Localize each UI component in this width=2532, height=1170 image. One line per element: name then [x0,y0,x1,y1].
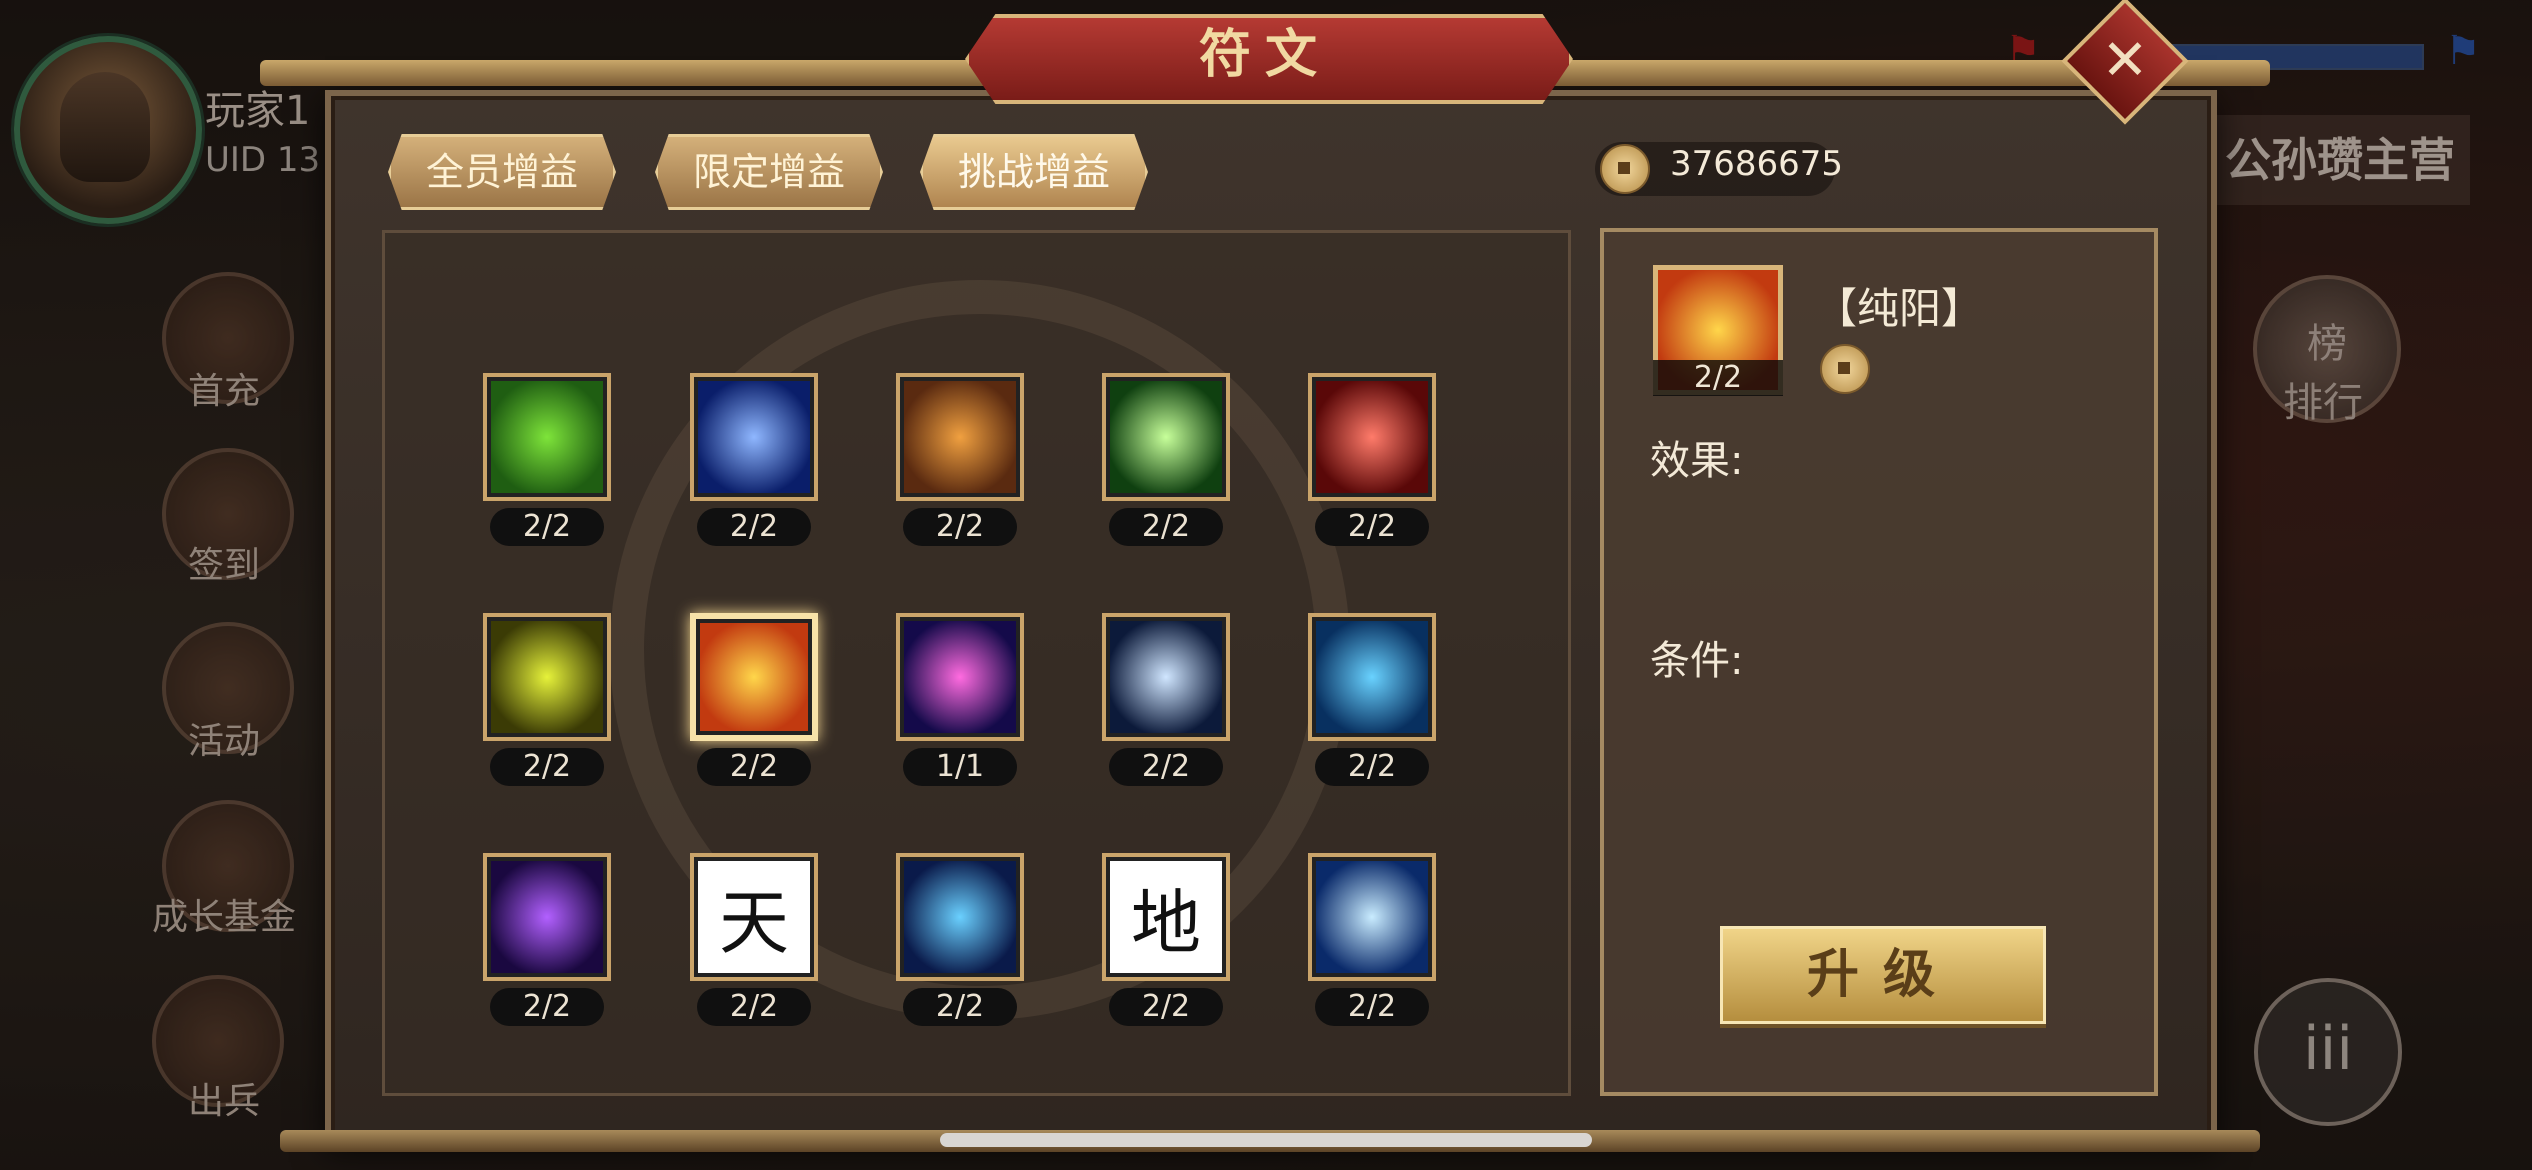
green-dragon-icon [491,381,603,493]
upgrade-cost-coin-icon [1820,344,1870,394]
heaven-glyph-icon: 天 [698,861,810,973]
earth-glyph-icon: 地 [1110,861,1222,973]
rune-count-badge: 1/1 [903,748,1017,786]
rune-tile[interactable]: 地 [1102,853,1230,981]
rune-count-badge: 2/2 [490,508,604,546]
selected-rune-name: 【纯阳】 [1815,284,1984,333]
rune-tile[interactable]: 天 [690,853,818,981]
avatar-face [60,72,150,182]
red-phoenix-icon [1316,381,1428,493]
rune-count-badge: 2/2 [697,748,811,786]
deploy-troops-label: 出兵 [187,1081,260,1122]
player-avatar[interactable] [14,36,202,224]
rune-tile[interactable] [896,613,1024,741]
rune-tile[interactable] [690,373,818,501]
player-name: 玩家1 [205,88,311,134]
rune-tile[interactable] [483,373,611,501]
tab-challenge-buff[interactable]: 挑战增益 [920,134,1148,210]
rune-tile[interactable] [1102,613,1230,741]
tab-all-members-buff[interactable]: 全员增益 [388,134,616,210]
tab-limited-buff[interactable]: 限定增益 [655,134,883,210]
rune-count-badge: 2/2 [1109,988,1223,1026]
yin-yang-icon [700,623,808,731]
rune-tile[interactable] [1102,373,1230,501]
rune-tile[interactable] [896,373,1024,501]
camp-title: 公孙瓒主营 [2210,115,2470,205]
dialog-title: 符文 [1198,25,1331,85]
rune-count-badge: 2/2 [903,988,1017,1026]
blue-aura-icon [1316,621,1428,733]
golden-warrior-icon [904,381,1016,493]
checkin-label: 签到 [187,545,260,586]
blue-bird-icon: ⚑ [2445,28,2481,74]
spirit-swirl-icon [1110,621,1222,733]
home-indicator[interactable] [940,1133,1592,1147]
yellow-titan-icon [491,621,603,733]
rune-count-badge: 2/2 [903,508,1017,546]
star-orbs-icon [904,621,1016,733]
coin-balance: 37686675 [1670,144,1844,184]
rune-tile[interactable] [690,613,818,741]
rune-tile[interactable] [896,853,1024,981]
selected-rune-count: 2/2 [1653,360,1783,396]
ice-shatter-icon [1316,861,1428,973]
rune-tile[interactable] [1308,613,1436,741]
rune-tile[interactable] [1308,853,1436,981]
green-burst-icon [1110,381,1222,493]
rune-count-badge: 2/2 [697,988,811,1026]
rune-count-badge: 2/2 [1315,748,1429,786]
vortex-icon [904,861,1016,973]
rune-tile[interactable] [1308,373,1436,501]
rune-count-badge: 2/2 [490,988,604,1026]
rune-tile[interactable] [483,613,611,741]
rune-count-badge: 2/2 [1315,508,1429,546]
rune-count-badge: 2/2 [1109,748,1223,786]
rune-count-badge: 2/2 [1109,508,1223,546]
events-label: 活动 [187,721,260,762]
crescent-moon-icon [698,381,810,493]
close-icon[interactable]: ✕ [2080,16,2170,106]
effect-label: 效果: [1650,438,1744,484]
player-uid: UID 13 [205,140,321,180]
rune-count-badge: 2/2 [697,508,811,546]
ranking-label: 排行 [2283,380,2363,426]
rune-count-badge: 2/2 [490,748,604,786]
condition-label: 条件: [1650,638,1744,684]
rune-count-badge: 2/2 [1315,988,1429,1026]
menu-icon[interactable]: iii [2254,978,2402,1126]
purple-lightning-icon [491,861,603,973]
upgrade-button[interactable]: 升级 [1720,926,2046,1024]
first-recharge-label: 首充 [187,371,260,412]
growth-fund-label: 成长基金 [151,897,296,938]
rune-tile[interactable] [483,853,611,981]
coin-icon [1600,144,1650,194]
